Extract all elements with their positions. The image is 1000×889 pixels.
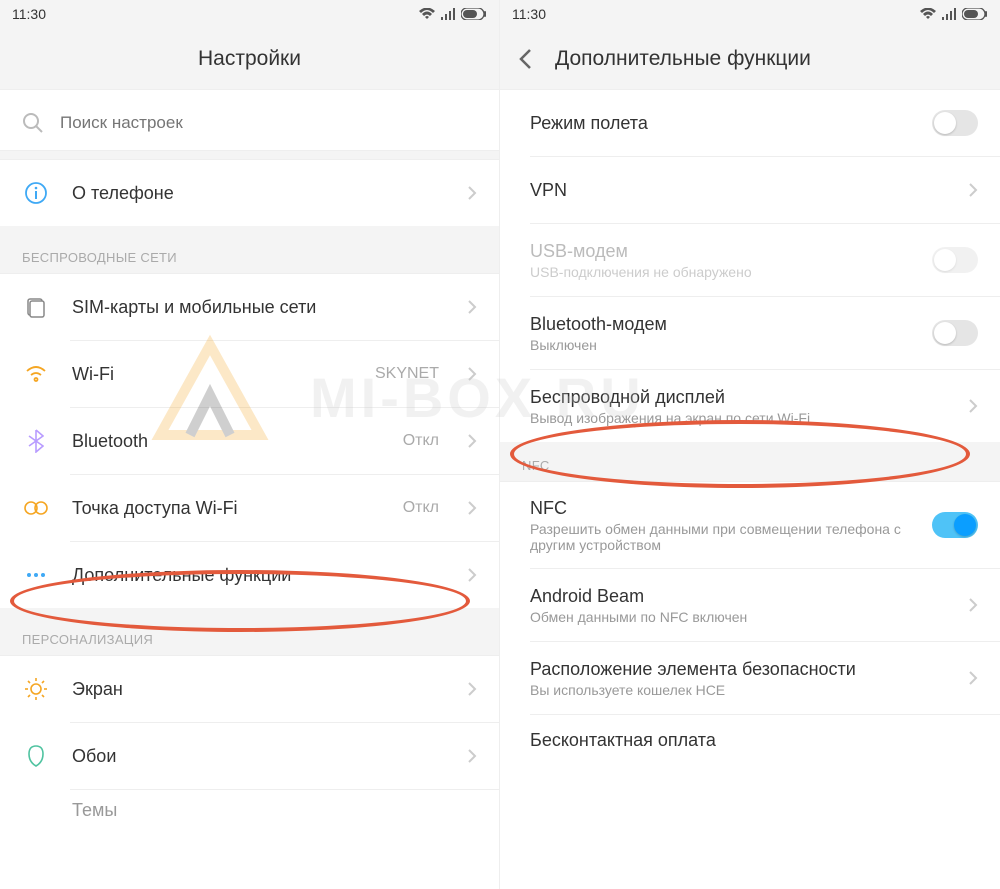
row-wifi[interactable]: Wi-Fi SKYNET xyxy=(0,341,499,407)
battery-icon xyxy=(962,8,988,20)
status-time: 11:30 xyxy=(512,6,546,22)
row-label: Темы xyxy=(72,800,477,821)
row-sim[interactable]: SIM-карты и мобильные сети xyxy=(0,274,499,340)
row-sublabel: Разрешить обмен данными при совмещении т… xyxy=(530,521,914,553)
status-time: 11:30 xyxy=(12,6,46,22)
bluetooth-icon xyxy=(28,429,44,453)
chevron-right-icon xyxy=(467,366,477,382)
search-bar[interactable] xyxy=(0,96,499,150)
chevron-right-icon xyxy=(467,185,477,201)
row-nfc[interactable]: NFC Разрешить обмен данными при совмещен… xyxy=(500,482,1000,568)
row-label: SIM-карты и мобильные сети xyxy=(72,297,449,318)
toggle-bt-tether[interactable] xyxy=(932,320,978,346)
chevron-right-icon xyxy=(467,433,477,449)
row-label: Обои xyxy=(72,746,449,767)
row-sublabel: Обмен данными по NFC включен xyxy=(530,609,950,625)
chevron-right-icon xyxy=(467,567,477,583)
row-bluetooth[interactable]: Bluetooth Откл xyxy=(0,408,499,474)
row-label: USB-модем xyxy=(530,241,914,262)
toggle-nfc[interactable] xyxy=(932,512,978,538)
row-label: Дополнительные функции xyxy=(72,565,449,586)
row-label: Bluetooth-модем xyxy=(530,314,914,335)
row-label: О телефоне xyxy=(72,183,449,204)
row-label: Режим полета xyxy=(530,113,914,134)
row-sublabel: Выключен xyxy=(530,337,914,353)
sim-icon xyxy=(25,296,47,318)
section-personal: ПЕРСОНАЛИЗАЦИЯ xyxy=(0,608,499,656)
row-label: NFC xyxy=(530,498,914,519)
row-display[interactable]: Экран xyxy=(0,656,499,722)
row-wireless-display[interactable]: Беспроводной дисплей Вывод изображения н… xyxy=(500,370,1000,442)
row-android-beam[interactable]: Android Beam Обмен данными по NFC включе… xyxy=(500,569,1000,641)
row-label: Бесконтактная оплата xyxy=(530,730,978,751)
row-label: Беспроводной дисплей xyxy=(530,387,950,408)
chevron-right-icon xyxy=(467,500,477,516)
row-value: Откл xyxy=(403,432,439,450)
chevron-right-icon xyxy=(968,398,978,414)
status-bar: 11:30 xyxy=(500,0,1000,28)
info-icon xyxy=(24,181,48,205)
row-usb-tether: USB-модем USB-подключения не обнаружено xyxy=(500,224,1000,296)
row-label: VPN xyxy=(530,180,950,201)
chevron-right-icon xyxy=(467,681,477,697)
row-value: SKYNET xyxy=(375,365,439,383)
row-themes[interactable]: Темы xyxy=(0,790,499,830)
row-more-functions[interactable]: Дополнительные функции xyxy=(0,542,499,608)
wifi-icon xyxy=(920,8,936,20)
back-icon[interactable] xyxy=(518,48,532,70)
row-label: Android Beam xyxy=(530,586,950,607)
row-label: Экран xyxy=(72,679,449,700)
row-security-element[interactable]: Расположение элемента безопасности Вы ис… xyxy=(500,642,1000,714)
more-icon xyxy=(25,571,47,579)
row-about-phone[interactable]: О телефоне xyxy=(0,160,499,226)
row-label: Точка доступа Wi-Fi xyxy=(72,498,385,519)
page-title: Дополнительные функции xyxy=(555,47,811,71)
page-title: Настройки xyxy=(198,47,301,71)
row-label: Wi-Fi xyxy=(72,364,357,385)
row-sublabel: Вы используете кошелек HCE xyxy=(530,682,950,698)
sun-icon xyxy=(24,677,48,701)
row-airplane[interactable]: Режим полета xyxy=(500,90,1000,156)
search-input[interactable] xyxy=(60,113,477,133)
row-label: Расположение элемента безопасности xyxy=(530,659,950,680)
wifi-icon xyxy=(419,8,435,20)
signal-icon xyxy=(441,8,455,20)
section-wireless: БЕСПРОВОДНЫЕ СЕТИ xyxy=(0,226,499,274)
status-icons xyxy=(419,8,487,20)
chevron-right-icon xyxy=(968,670,978,686)
toggle-airplane[interactable] xyxy=(932,110,978,136)
chevron-right-icon xyxy=(968,597,978,613)
phone-settings-more: 11:30 Дополнительные функции Режим полет… xyxy=(500,0,1000,889)
signal-icon xyxy=(942,8,956,20)
chevron-right-icon xyxy=(467,748,477,764)
row-value: Откл xyxy=(403,499,439,517)
search-icon xyxy=(22,112,44,134)
chevron-right-icon xyxy=(467,299,477,315)
titlebar: Настройки xyxy=(0,28,499,90)
titlebar: Дополнительные функции xyxy=(500,28,1000,90)
row-bt-tether[interactable]: Bluetooth-модем Выключен xyxy=(500,297,1000,369)
battery-icon xyxy=(461,8,487,20)
row-label: Bluetooth xyxy=(72,431,385,452)
section-nfc: NFC xyxy=(500,442,1000,482)
row-sublabel: USB-подключения не обнаружено xyxy=(530,264,914,280)
status-bar: 11:30 xyxy=(0,0,499,28)
toggle-usb xyxy=(932,247,978,273)
row-sublabel: Вывод изображения на экран по сети Wi-Fi xyxy=(530,410,950,426)
row-wallpaper[interactable]: Обои xyxy=(0,723,499,789)
hotspot-icon xyxy=(24,499,48,517)
wifi-icon xyxy=(24,364,48,384)
phone-settings-main: 11:30 Настройки О телефоне БЕСПРОВОДНЫЕ … xyxy=(0,0,500,889)
row-hotspot[interactable]: Точка доступа Wi-Fi Откл xyxy=(0,475,499,541)
row-vpn[interactable]: VPN xyxy=(500,157,1000,223)
chevron-right-icon xyxy=(968,182,978,198)
row-contactless-pay[interactable]: Бесконтактная оплата xyxy=(500,715,1000,765)
wallpaper-icon xyxy=(25,744,47,768)
status-icons xyxy=(920,8,988,20)
